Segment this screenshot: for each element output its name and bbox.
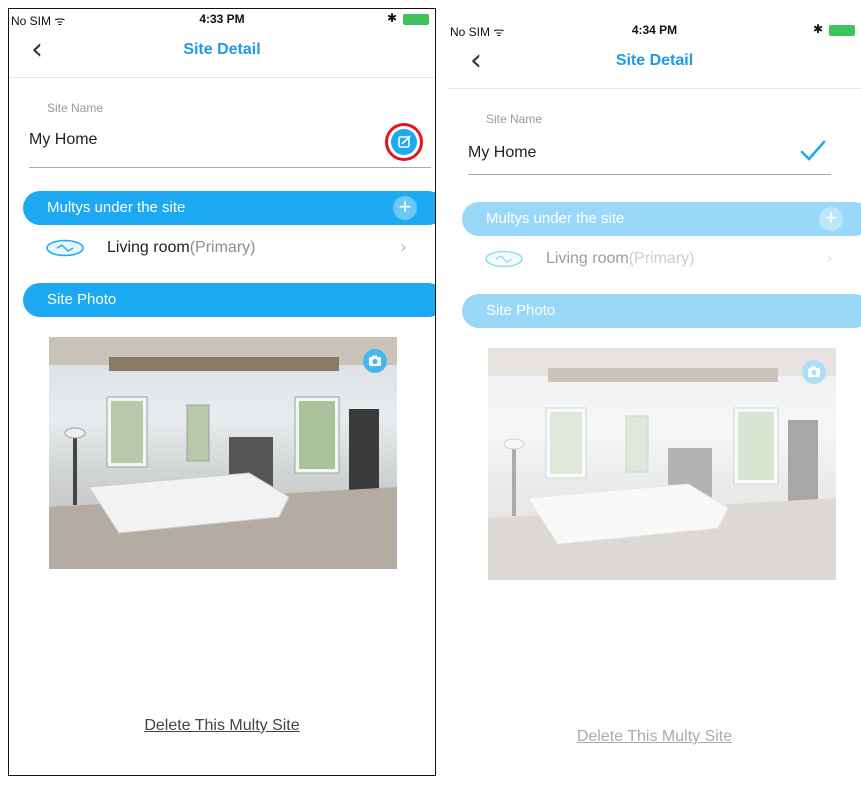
battery-icon [829,25,855,36]
screen-view-mode: No SIM ᯤ 4:33 PM ✱ ‹ Site Detail Site Na… [8,8,436,776]
device-row-living-room[interactable]: Living room(Primary) › [23,229,435,269]
site-photo [488,348,836,580]
device-name: Living room(Primary) [546,250,694,268]
page-title: Site Detail [183,41,261,58]
room-photo-illustration [488,348,836,580]
device-name-text: Living room [107,239,190,256]
room-photo-illustration [49,337,397,569]
change-photo-camera-button [802,360,826,384]
nav-bar: ‹ Site Detail [9,29,435,78]
add-multy-button[interactable]: + [393,196,417,220]
photo-header-bar: Site Photo [462,294,861,328]
device-row-living-room: Living room(Primary) › [462,240,861,280]
site-name-underline [468,174,831,175]
edit-name-button[interactable] [391,129,417,155]
multys-header-bar: Multys under the site + [462,202,861,236]
delete-site-link: Delete This Multy Site [576,728,733,745]
status-bar: No SIM ᯤ 4:34 PM ✱ [448,20,861,40]
status-time: 4:34 PM [631,23,678,37]
site-name-label: Site Name [486,112,543,126]
site-name-value: My Home [29,131,98,148]
chevron-right-icon: › [399,237,407,258]
photo-header-label: Site Photo [486,302,556,319]
photo-header-bar: Site Photo [23,283,435,317]
delete-site-link[interactable]: Delete This Multy Site [9,717,435,735]
multys-header-label: Multys under the site [486,210,625,227]
status-time: 4:33 PM [199,12,245,26]
add-multy-button: + [819,207,843,231]
change-photo-camera-button[interactable] [363,349,387,373]
page-title: Site Detail [615,52,694,69]
bluetooth-icon: ✱ [386,11,397,25]
multys-header-label: Multys under the site [47,199,186,216]
device-primary-tag: (Primary) [189,239,256,256]
bluetooth-icon: ✱ [812,22,823,36]
photo-header-label: Site Photo [47,291,117,308]
battery-icon [403,14,429,25]
router-device-icon [485,250,523,268]
edit-icon [398,135,411,148]
site-photo [49,337,397,569]
camera-icon [808,366,820,377]
chevron-right-icon: › [825,248,833,269]
site-name-input[interactable]: My Home [468,144,536,162]
device-name-text: Living room [546,250,629,267]
screen-edit-mode: No SIM ᯤ 4:34 PM ✱ ‹ Site Detail Site Na… [448,20,861,786]
nav-bar: ‹ Site Detail [448,40,861,89]
status-bar: No SIM ᯤ 4:33 PM ✱ [9,9,435,29]
multys-header-bar: Multys under the site + [23,191,435,225]
device-name: Living room(Primary) [107,239,255,257]
router-device-icon [46,239,84,257]
site-name-label: Site Name [47,101,104,115]
confirm-check-icon[interactable] [798,138,828,164]
site-name-underline [29,167,431,168]
device-primary-tag: (Primary) [628,250,695,267]
camera-icon [369,355,381,366]
